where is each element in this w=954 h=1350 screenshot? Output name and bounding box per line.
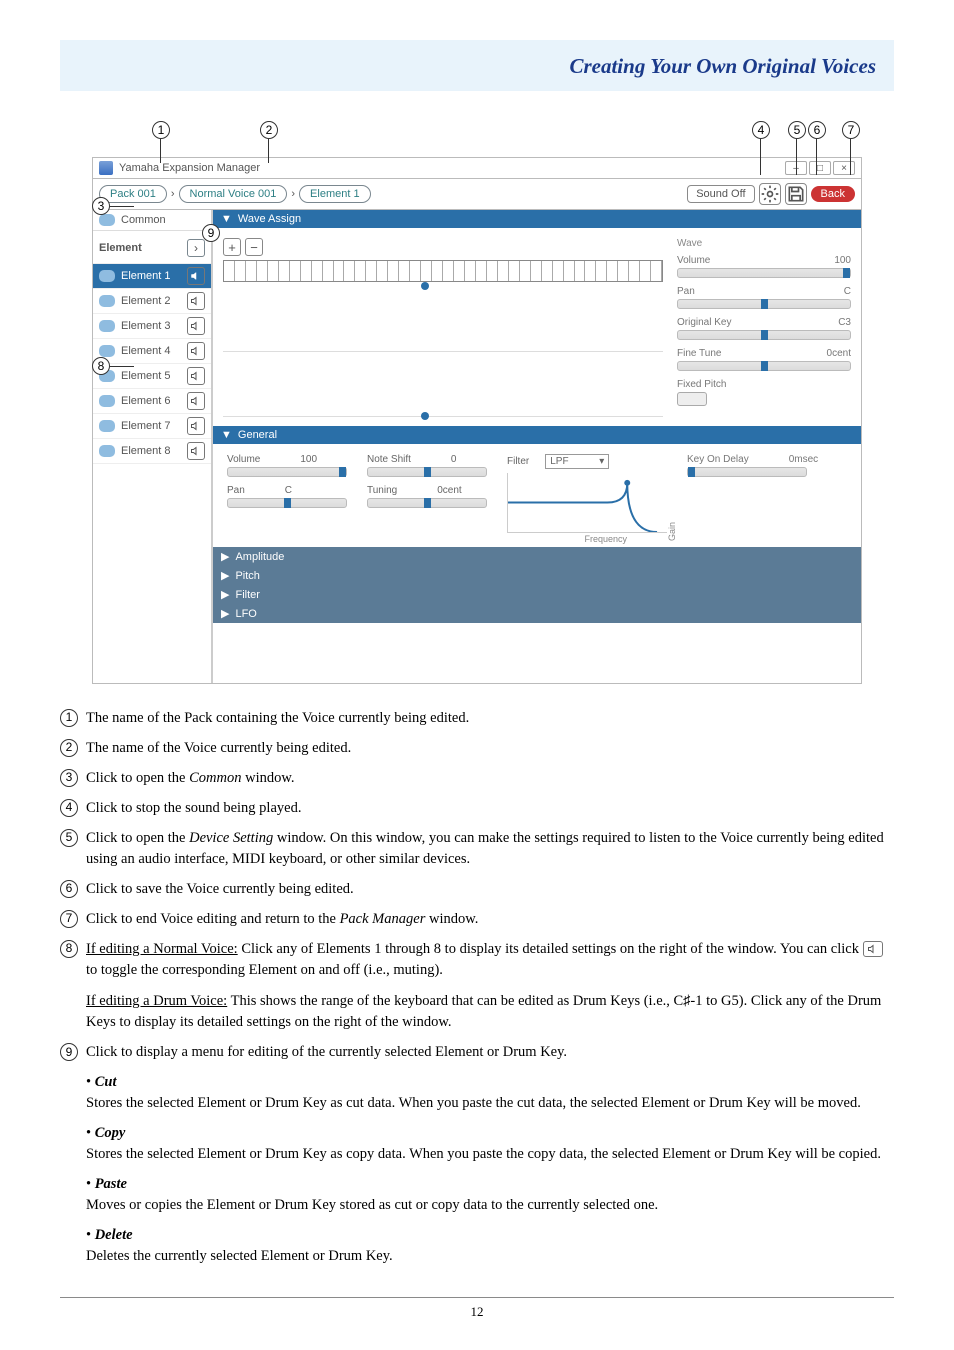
speaker-icon[interactable] [187, 417, 205, 435]
cloud-icon [99, 445, 115, 457]
gen-volume-slider[interactable] [227, 467, 347, 477]
wave-canvas[interactable] [223, 286, 663, 416]
cloud-icon [99, 370, 115, 382]
common-button[interactable]: Common [93, 210, 211, 231]
sidebar-item-element-2[interactable]: Element 2 [93, 289, 211, 314]
gen-tuning-slider[interactable] [367, 498, 487, 508]
speaker-icon[interactable] [187, 292, 205, 310]
breadcrumb-voice[interactable]: Normal Voice 001 [179, 185, 288, 203]
circled-1: 1 [60, 709, 78, 727]
speaker-icon[interactable] [187, 317, 205, 335]
circled-2: 2 [60, 739, 78, 757]
breadcrumb: Pack 001 › Normal Voice 001 › Element 1 … [92, 179, 862, 210]
section-header: Creating Your Own Original Voices [60, 40, 894, 91]
app-icon [99, 161, 113, 175]
section-filter[interactable]: ▶Filter [213, 585, 861, 604]
cloud-icon [99, 320, 115, 332]
triangle-right-icon: ▶ [221, 569, 229, 582]
common-label: Common [121, 214, 166, 226]
window-titlebar: Yamaha Expansion Manager – □ × [92, 157, 862, 179]
circled-6: 6 [60, 880, 78, 898]
triangle-right-icon: ▶ [221, 588, 229, 601]
circled-9: 9 [60, 1043, 78, 1061]
chevron-right-icon: › [171, 188, 175, 200]
circled-7: 7 [60, 910, 78, 928]
element-menu-button[interactable]: › [187, 239, 205, 257]
legend: 1The name of the Pack containing the Voi… [60, 708, 894, 1267]
maximize-button[interactable]: □ [809, 161, 831, 175]
gen-kod-slider[interactable] [687, 467, 807, 477]
filter-type-select[interactable]: LPF▾ [545, 454, 609, 469]
sidebar-item-element-8[interactable]: Element 8 [93, 439, 211, 464]
triangle-right-icon: ▶ [221, 550, 229, 563]
cloud-icon [99, 270, 115, 282]
gear-icon[interactable] [759, 183, 781, 205]
triangle-right-icon: ▶ [221, 607, 229, 620]
triangle-down-icon: ▾ [599, 456, 604, 467]
sidebar-item-element-4[interactable]: Element 4 [93, 339, 211, 364]
cloud-icon [99, 345, 115, 357]
speaker-icon [863, 941, 883, 957]
page-number: 12 [60, 1297, 894, 1320]
speaker-icon[interactable] [187, 392, 205, 410]
circled-4: 4 [60, 799, 78, 817]
sidebar-item-element-1[interactable]: Element 1 [93, 264, 211, 289]
sidebar: Common Element › Element 1 Element 2 Ele… [93, 210, 213, 683]
section-general[interactable]: ▼General [213, 426, 861, 444]
breadcrumb-pack[interactable]: Pack 001 [99, 185, 167, 203]
filter-graph: Frequency Gain [507, 473, 667, 533]
triangle-down-icon: ▼ [221, 213, 232, 225]
section-amplitude[interactable]: ▶Amplitude [213, 547, 861, 566]
gen-pan-slider[interactable] [227, 498, 347, 508]
wave-volume-slider[interactable] [677, 268, 851, 278]
speaker-icon[interactable] [187, 342, 205, 360]
save-icon[interactable] [785, 183, 807, 205]
circled-8: 8 [60, 940, 78, 958]
sidebar-item-element-5[interactable]: Element 5 [93, 364, 211, 389]
circled-3: 3 [60, 769, 78, 787]
cloud-icon [99, 395, 115, 407]
cloud-icon [99, 420, 115, 432]
chevron-right-icon: › [291, 188, 295, 200]
sound-off-button[interactable]: Sound Off [687, 185, 754, 203]
section-pitch[interactable]: ▶Pitch [213, 566, 861, 585]
screenshot: 1 2 3 8 9 4 5 6 7 Yamaha Expansion Manag… [92, 121, 862, 684]
breadcrumb-element: Element 1 [299, 185, 371, 203]
cloud-icon [99, 214, 115, 226]
window-title: Yamaha Expansion Manager [119, 162, 260, 174]
wave-title: Wave [677, 238, 851, 249]
section-lfo[interactable]: ▶LFO [213, 604, 861, 623]
triangle-down-icon: ▼ [221, 429, 232, 441]
add-wave-button[interactable]: + [223, 238, 241, 256]
minimize-button[interactable]: – [785, 161, 807, 175]
wave-origkey-slider[interactable] [677, 330, 851, 340]
sidebar-item-element-3[interactable]: Element 3 [93, 314, 211, 339]
sidebar-item-element-7[interactable]: Element 7 [93, 414, 211, 439]
keyboard-strip[interactable]: document.write(Array.from({length:40}).m… [223, 260, 663, 282]
circled-5: 5 [60, 829, 78, 847]
cloud-icon [99, 295, 115, 307]
speaker-icon[interactable] [187, 367, 205, 385]
gen-noteshift-slider[interactable] [367, 467, 487, 477]
sidebar-item-element-6[interactable]: Element 6 [93, 389, 211, 414]
section-wave-assign[interactable]: ▼Wave Assign [213, 210, 861, 228]
section-title: Creating Your Own Original Voices [78, 54, 876, 79]
speaker-icon[interactable] [187, 442, 205, 460]
back-button[interactable]: Back [811, 186, 855, 202]
wave-finetune-slider[interactable] [677, 361, 851, 371]
wave-pan-slider[interactable] [677, 299, 851, 309]
element-heading: Element [99, 242, 142, 254]
fixed-pitch-toggle[interactable] [677, 392, 707, 406]
close-button[interactable]: × [833, 161, 855, 175]
remove-wave-button[interactable]: − [245, 238, 263, 256]
speaker-icon[interactable] [187, 267, 205, 285]
